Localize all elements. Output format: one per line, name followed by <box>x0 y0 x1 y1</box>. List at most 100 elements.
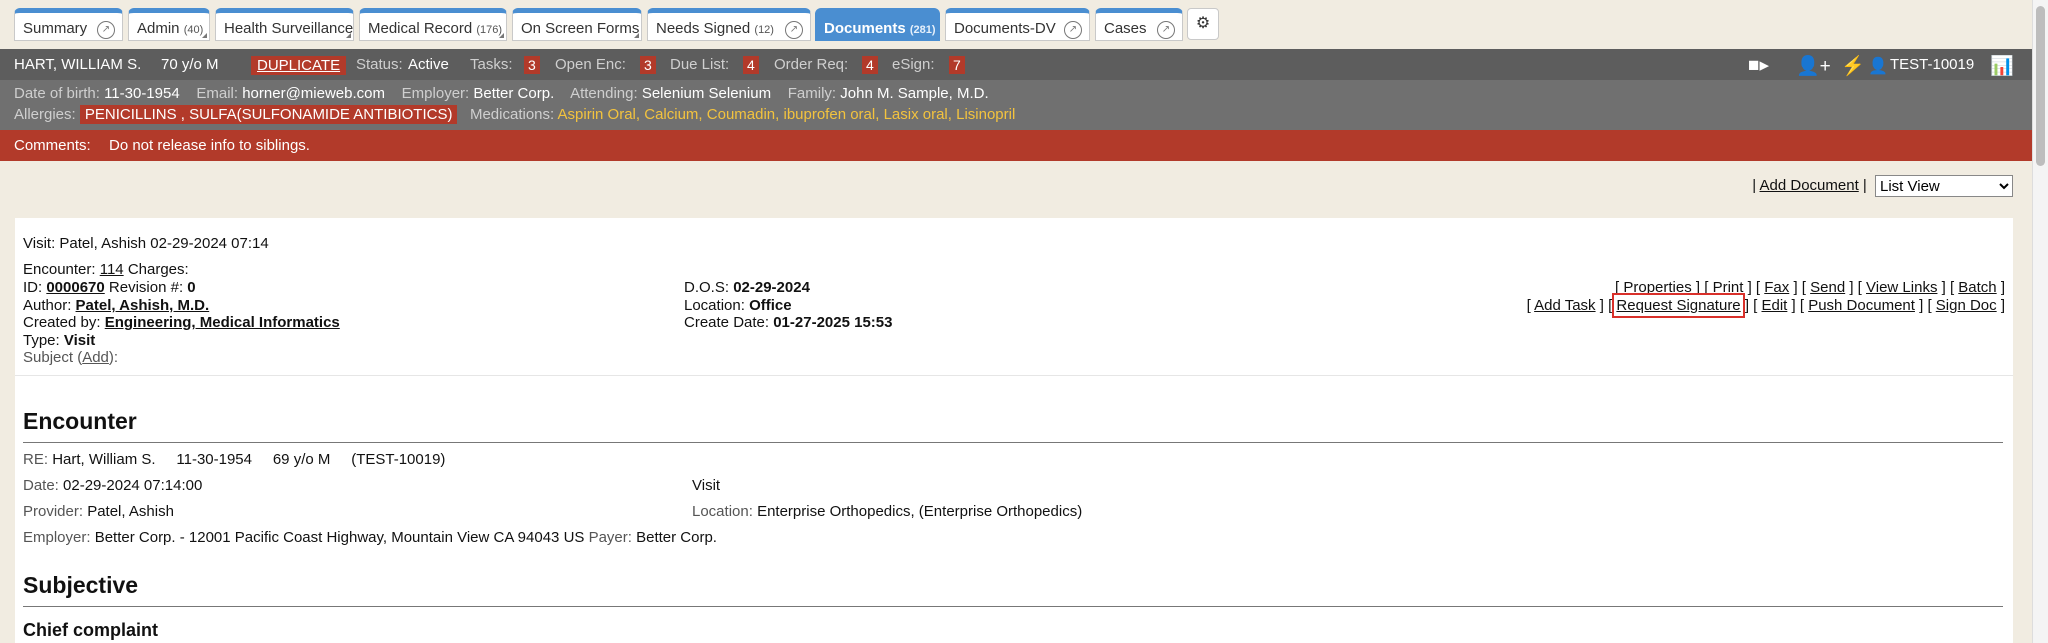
add-document-link[interactable]: Add Document <box>1760 177 1859 194</box>
edit-link[interactable]: Edit <box>1762 297 1788 314</box>
tab-documents[interactable]: Documents (281) <box>815 8 940 41</box>
open-enc-badge[interactable]: 3 <box>640 56 656 74</box>
bolt-icon[interactable]: ⚡ <box>1841 54 1865 78</box>
date-line: Date: 02-29-2024 07:14:00 <box>23 477 202 494</box>
date-value: 02-29-2024 07:14:00 <box>63 477 203 494</box>
tab-summary[interactable]: Summary ↗ <box>14 8 123 41</box>
tab-medical-record[interactable]: Medical Record (176) <box>359 8 507 41</box>
allergies-label: Allergies: <box>14 106 76 123</box>
user-plus-icon[interactable]: 👤+ <box>1796 54 1831 78</box>
duplicate-link[interactable]: DUPLICATE <box>251 56 347 75</box>
create-date-line: Create Date: 01-27-2025 15:53 <box>684 314 892 331</box>
employer-label: Employer: <box>23 529 91 546</box>
location-line: Location: Office <box>684 297 792 314</box>
arrow-circle-icon[interactable]: ↗ <box>1064 21 1082 39</box>
subject-add-link[interactable]: Add <box>82 349 109 366</box>
author-label: Author: <box>23 297 72 314</box>
author-link[interactable]: Patel, Ashish, M.D. <box>76 297 210 314</box>
tab-label: On Screen Forms <box>521 20 640 37</box>
dos-label: D.O.S: <box>684 279 730 296</box>
comments-bar: Comments: Do not release info to sibling… <box>0 130 2032 161</box>
due-list-label: Due List: <box>670 56 730 73</box>
type-label: Type: <box>23 332 60 349</box>
send-link[interactable]: Send <box>1810 279 1845 296</box>
encounter-label: Encounter: <box>23 261 96 278</box>
encounter-heading: Encounter <box>23 408 137 434</box>
batch-link[interactable]: Batch <box>1958 279 1996 296</box>
gears-icon[interactable]: ⚙ <box>1187 8 1219 40</box>
push-document-link[interactable]: Push Document <box>1808 297 1915 314</box>
view-links-link[interactable]: View Links <box>1866 279 1937 296</box>
sign-doc-link[interactable]: Sign Doc <box>1936 297 1997 314</box>
tab-admin[interactable]: Admin (40) <box>128 8 210 41</box>
re-label: RE: <box>23 451 49 468</box>
due-list-badge[interactable]: 4 <box>743 56 759 74</box>
vertical-scrollbar[interactable] <box>2032 0 2048 643</box>
medication-item: Coumadin <box>706 106 776 123</box>
heading-rule <box>23 442 2003 443</box>
tab-label: Medical Record <box>368 20 473 37</box>
tab-count: (281) <box>909 24 936 36</box>
arrow-circle-icon[interactable]: ↗ <box>1157 21 1175 39</box>
re-age: 69 y/o M <box>272 451 331 468</box>
employer-value: Better Corp. - 12001 Pacific Coast Highw… <box>94 529 585 546</box>
tab-documents-dv[interactable]: Documents-DV ↗ <box>945 8 1090 41</box>
location-label: Location: <box>684 297 745 314</box>
date-label: Date: <box>23 477 59 494</box>
document-id-link[interactable]: 0000670 <box>46 279 104 296</box>
location-label: Location: <box>692 503 753 520</box>
esign-badge[interactable]: 7 <box>949 56 965 74</box>
tab-health-surveillance[interactable]: Health Surveillance <box>215 8 354 41</box>
allergies-value: PENICILLINS , SULFA(SULFONAMIDE ANTIBIOT… <box>79 105 458 124</box>
chief-complaint-heading: Chief complaint <box>23 620 159 640</box>
employer-value: Better Corp. <box>473 85 555 102</box>
open-enc-label: Open Enc: <box>555 56 626 73</box>
family-value: John M. Sample, M.D. <box>840 85 989 102</box>
arrow-circle-icon[interactable]: ↗ <box>97 21 115 39</box>
user-icon[interactable]: 👤 <box>1868 56 1888 76</box>
status-label: Status: <box>356 56 403 73</box>
tab-on-screen-forms[interactable]: On Screen Forms <box>512 8 642 41</box>
tab-label: Needs Signed <box>656 20 751 37</box>
print-link[interactable]: Print <box>1713 279 1744 296</box>
dos-value: 02-29-2024 <box>733 279 810 296</box>
location-line: Location: Enterprise Orthopedics, (Enter… <box>692 503 1082 520</box>
created-by-link[interactable]: Engineering, Medical Informatics <box>105 314 340 331</box>
patient-header: HART, WILLIAM S. 70 y/o M DUPLICATE Stat… <box>0 49 2032 80</box>
view-select[interactable]: List View <box>1875 175 2013 197</box>
id-label: ID: <box>23 279 43 296</box>
encounter-link[interactable]: 114 <box>100 261 124 278</box>
tab-count: (40) <box>183 24 204 36</box>
re-id: (TEST-10019) <box>351 451 446 468</box>
request-signature-link[interactable]: Request Signature <box>1612 293 1745 318</box>
patient-general-info: Date of birth: 11-30-1954 Email: horner@… <box>0 80 2032 130</box>
tasks-label: Tasks: <box>470 56 513 73</box>
order-req-label: Order Req: <box>774 56 849 73</box>
video-camera-icon[interactable]: ■▸ <box>1748 54 1769 77</box>
type-value: Visit <box>63 332 96 349</box>
tab-cases[interactable]: Cases ↗ <box>1095 8 1183 41</box>
revision-value: 0 <box>187 279 196 296</box>
medication-item: Lasix oral <box>883 106 948 123</box>
fax-link[interactable]: Fax <box>1764 279 1789 296</box>
dos-line: D.O.S: 02-29-2024 <box>684 279 810 296</box>
author-line: Author: Patel, Ashish, M.D. <box>23 297 209 314</box>
bar-chart-icon[interactable]: 📊 <box>1990 54 2014 78</box>
employer-line: Employer: Better Corp. - 12001 Pacific C… <box>23 529 717 546</box>
payer-value: Better Corp. <box>636 529 717 546</box>
scrollbar-thumb[interactable] <box>2036 6 2045 166</box>
order-req-badge[interactable]: 4 <box>862 56 878 74</box>
patient-name[interactable]: HART, WILLIAM S. <box>14 56 141 73</box>
dob-label: Date of birth: <box>14 85 100 102</box>
medication-item: ibuprofen oral <box>783 106 876 123</box>
charges-label: Charges: <box>127 261 189 278</box>
properties-link[interactable]: Properties <box>1623 279 1691 296</box>
dob-value: 11-30-1954 <box>104 85 180 102</box>
tasks-badge[interactable]: 3 <box>524 56 540 74</box>
document-actions-row2: [ Add Task ] [ Request Signature ] [ Edi… <box>1526 293 2005 318</box>
add-task-link[interactable]: Add Task <box>1534 297 1595 314</box>
arrow-circle-icon[interactable]: ↗ <box>785 21 803 39</box>
document-actions-row1: [ Properties ] [ Print ] [ Fax ] [ Send … <box>1615 279 2005 296</box>
location-value: Enterprise Orthopedics, (Enterprise Orth… <box>757 503 1083 520</box>
tab-needs-signed[interactable]: Needs Signed (12) ↗ <box>647 8 811 41</box>
